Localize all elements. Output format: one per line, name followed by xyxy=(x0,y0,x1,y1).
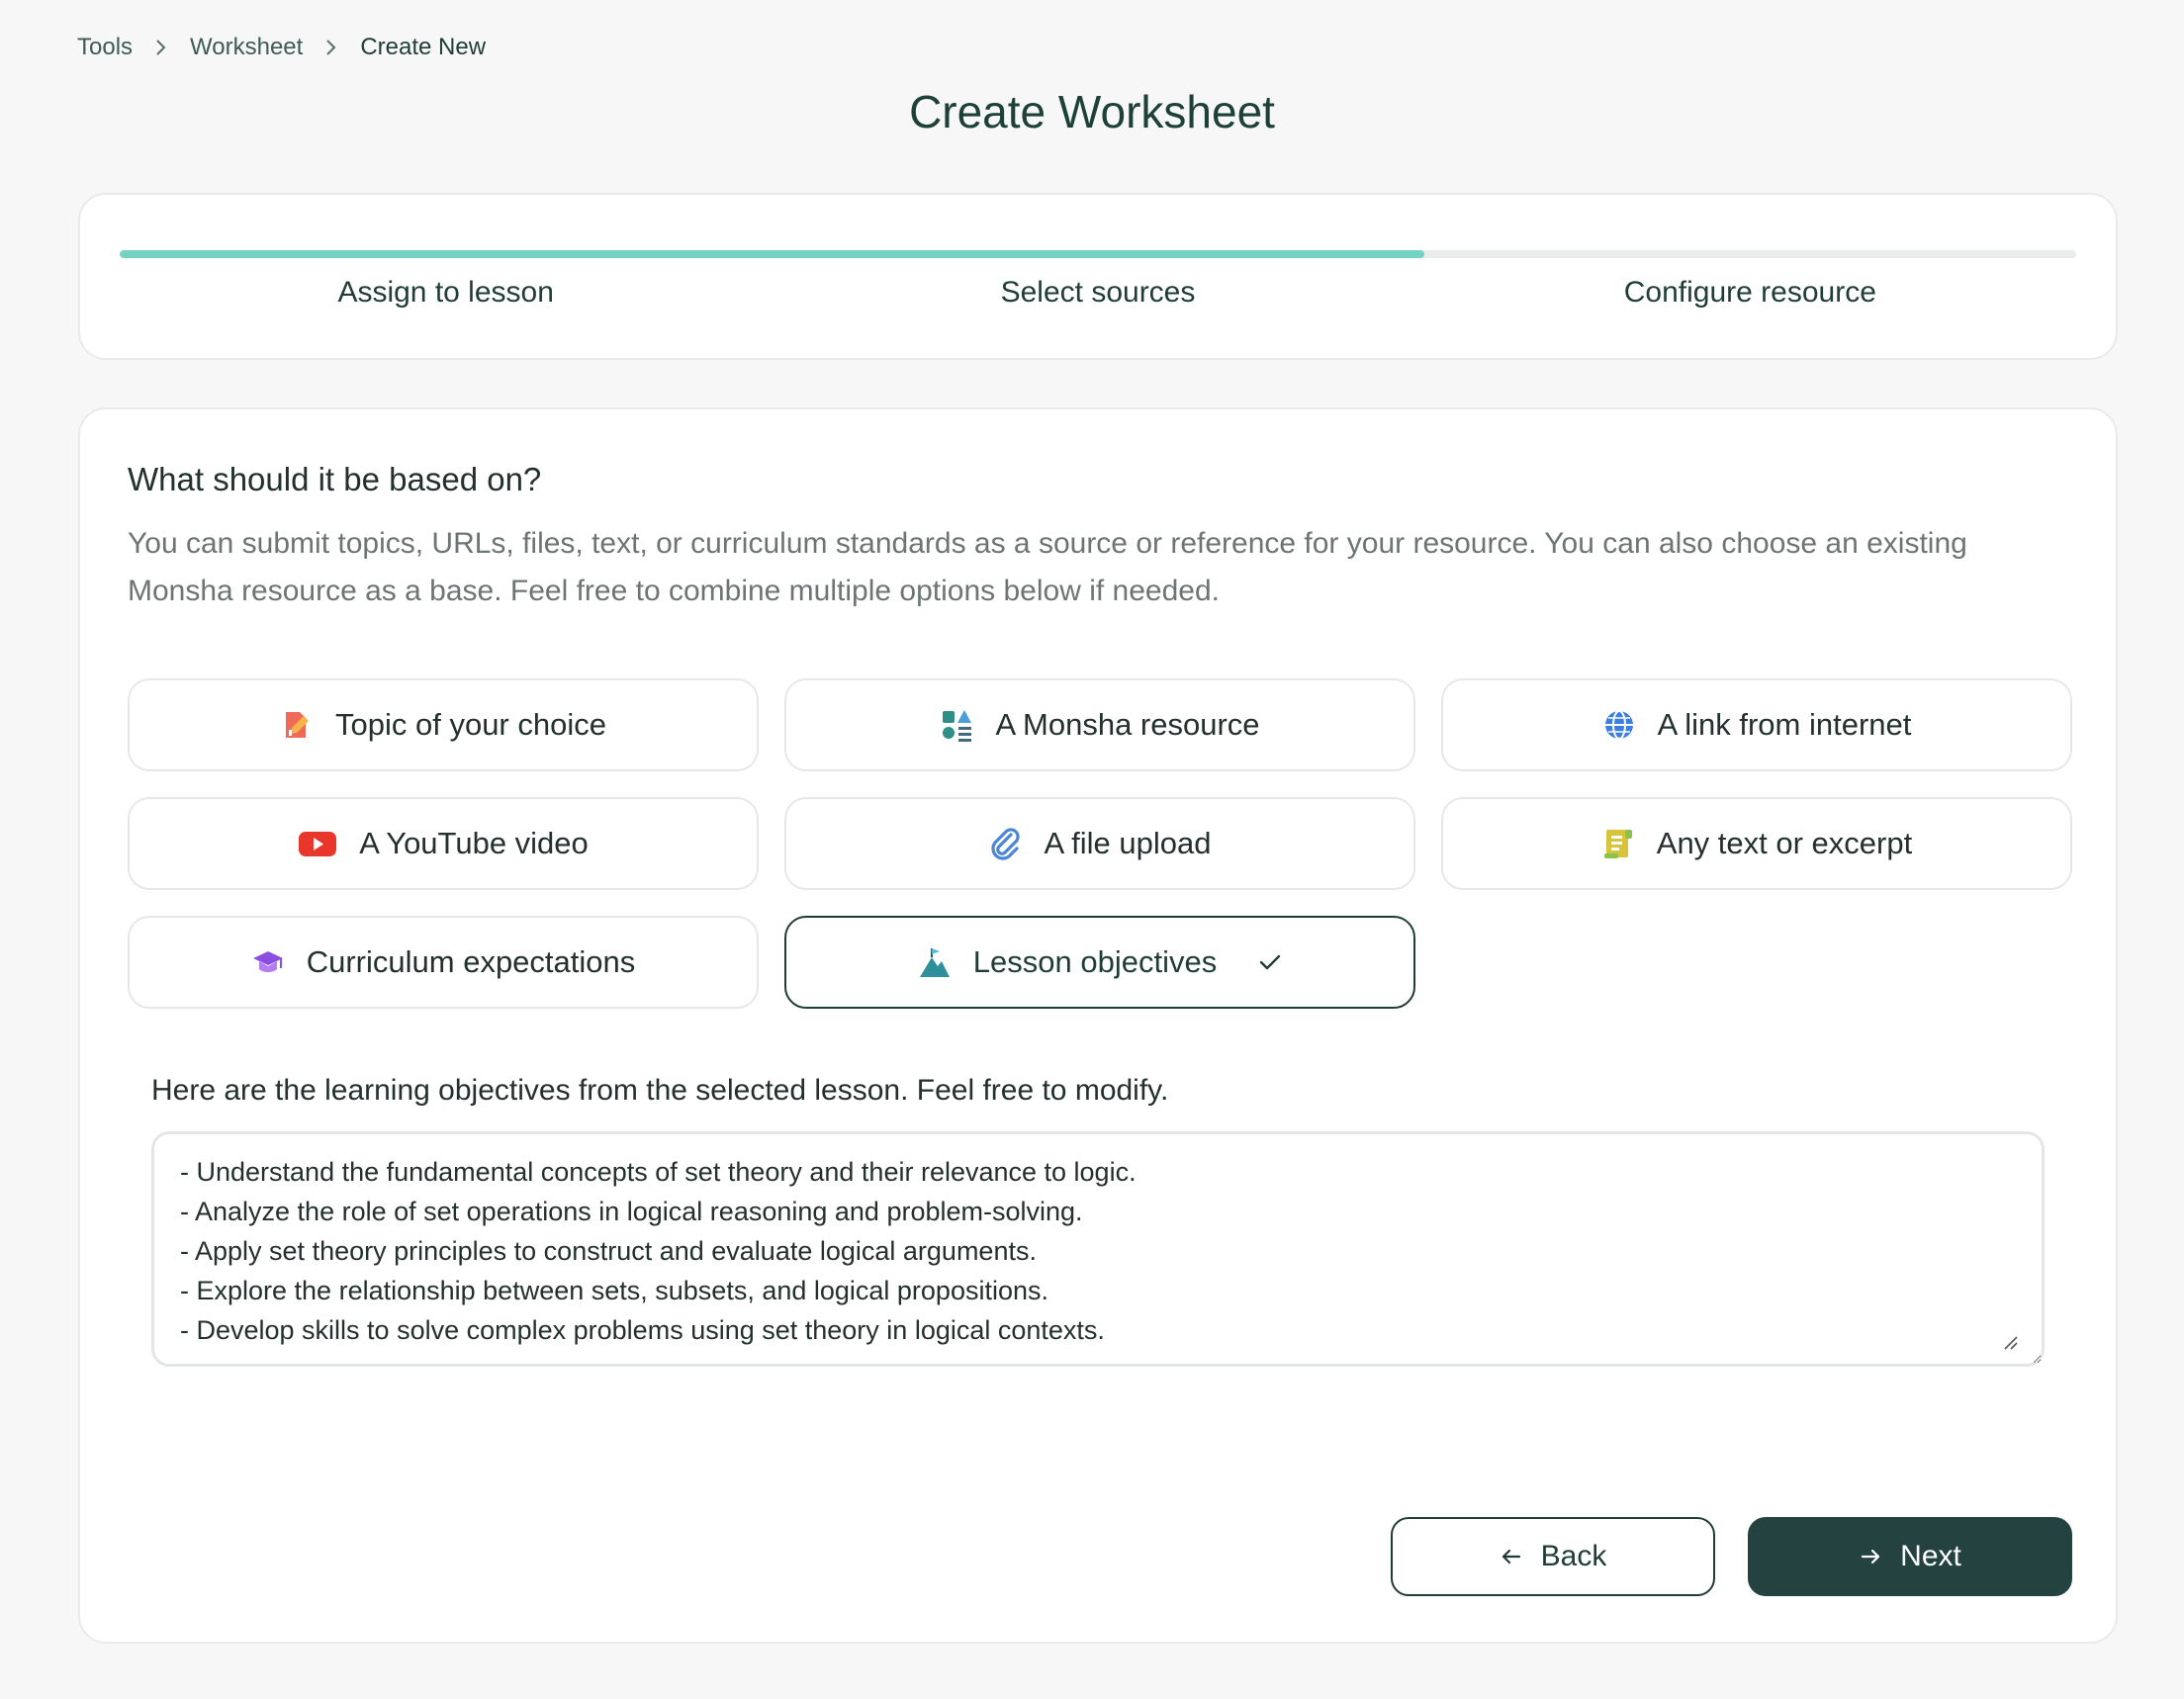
option-file-upload[interactable]: A file upload xyxy=(784,797,1415,890)
option-label: A Monsha resource xyxy=(995,707,1260,742)
progress-fill xyxy=(120,250,1425,258)
source-options: Topic of your choice A Monsha resource A… xyxy=(128,678,2072,1009)
arrow-left-icon xyxy=(1500,1547,1523,1566)
option-label: Lesson objectives xyxy=(972,944,1218,979)
mountain-flag-icon xyxy=(918,945,952,979)
option-label: Any text or excerpt xyxy=(1656,826,1913,860)
option-topic-of-your-choice[interactable]: Topic of your choice xyxy=(128,678,759,771)
breadcrumb-worksheet[interactable]: Worksheet xyxy=(190,34,303,61)
paperclip-icon xyxy=(989,827,1023,860)
topic-pencil-icon xyxy=(280,708,314,742)
back-label: Back xyxy=(1540,1540,1607,1572)
step-configure-resource[interactable]: Configure resource xyxy=(1424,276,2076,310)
next-button[interactable]: Next xyxy=(1748,1517,2072,1596)
youtube-icon xyxy=(298,827,337,860)
resize-handle-icon[interactable] xyxy=(2001,1333,2019,1351)
back-button[interactable]: Back xyxy=(1391,1517,1715,1596)
chevron-right-icon xyxy=(154,38,168,57)
option-label: Curriculum expectations xyxy=(306,944,636,979)
progress-track xyxy=(120,250,2076,258)
option-label: A YouTube video xyxy=(359,826,589,860)
objectives-textarea[interactable] xyxy=(151,1131,2045,1367)
option-curriculum-expectations[interactable]: Curriculum expectations xyxy=(128,916,759,1009)
objectives-label: Here are the learning objectives from th… xyxy=(151,1074,1169,1107)
scroll-icon xyxy=(1601,827,1635,860)
check-icon xyxy=(1258,952,1282,972)
stepper-card: Assign to lesson Select sources Configur… xyxy=(78,193,2118,360)
breadcrumb-tools[interactable]: Tools xyxy=(77,34,133,61)
step-assign-to-lesson[interactable]: Assign to lesson xyxy=(120,276,772,310)
arrow-right-icon xyxy=(1859,1547,1882,1566)
option-label: A link from internet xyxy=(1657,707,1912,742)
chevron-right-icon xyxy=(324,38,338,57)
option-monsha-resource[interactable]: A Monsha resource xyxy=(784,678,1415,771)
option-label: Topic of your choice xyxy=(335,707,606,742)
option-link-from-internet[interactable]: A link from internet xyxy=(1441,678,2072,771)
steps: Assign to lesson Select sources Configur… xyxy=(120,276,2076,310)
step-select-sources[interactable]: Select sources xyxy=(772,276,1423,310)
breadcrumb: Tools Worksheet Create New xyxy=(77,34,486,61)
option-youtube-video[interactable]: A YouTube video xyxy=(128,797,759,890)
next-label: Next xyxy=(1900,1540,1961,1572)
option-text-or-excerpt[interactable]: Any text or excerpt xyxy=(1441,797,2072,890)
option-lesson-objectives[interactable]: Lesson objectives xyxy=(784,916,1415,1009)
option-label: A file upload xyxy=(1044,826,1212,860)
sources-card: What should it be based on? You can subm… xyxy=(78,407,2118,1644)
breadcrumb-create-new: Create New xyxy=(360,34,487,60)
section-title: What should it be based on? xyxy=(128,461,542,497)
globe-icon xyxy=(1602,708,1636,742)
graduation-cap-icon xyxy=(251,945,285,979)
shapes-icon xyxy=(940,708,973,742)
section-description: You can submit topics, URLs, files, text… xyxy=(128,527,1967,607)
page-title: Create Worksheet xyxy=(909,86,1275,137)
